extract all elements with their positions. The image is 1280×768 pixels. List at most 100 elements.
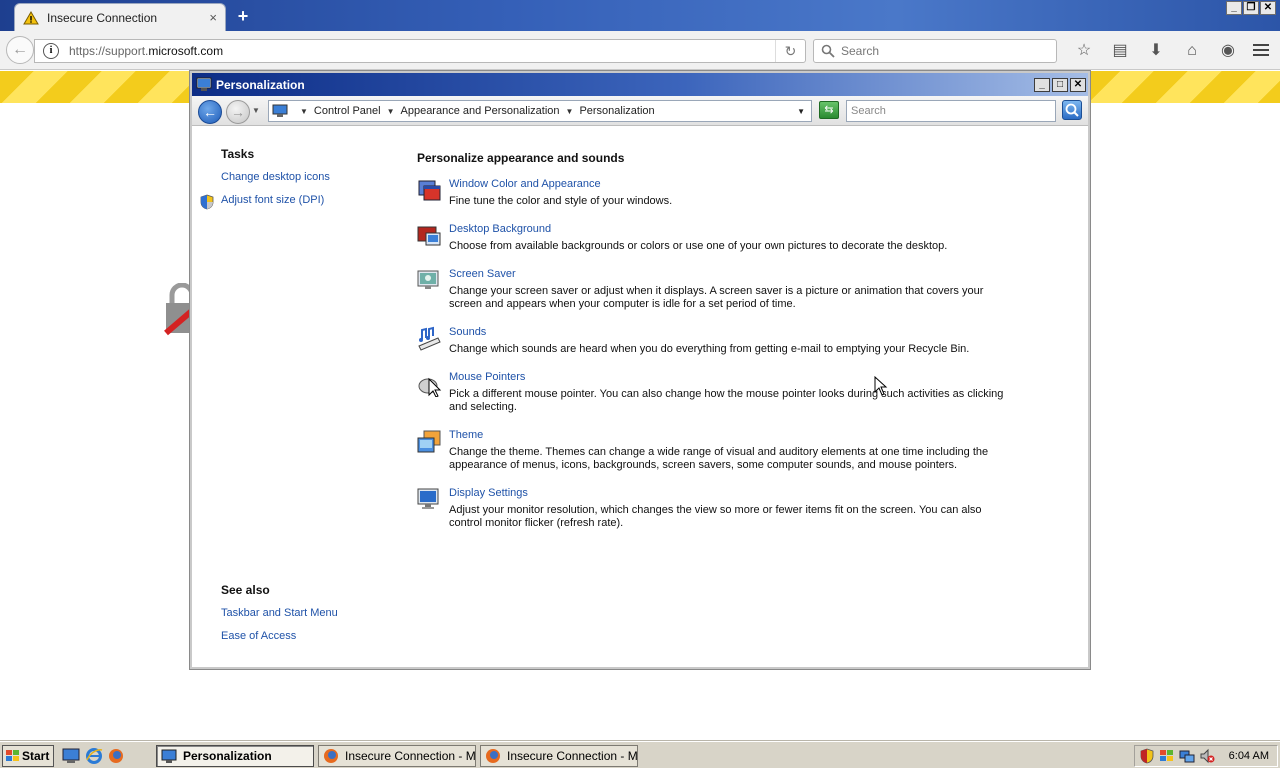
search-icon — [1065, 103, 1079, 117]
breadcrumb-personalization[interactable]: Personalization — [579, 105, 654, 117]
browser-toolbar: ☆ ▤ ⬇ ⌂ ◉ — [1066, 40, 1246, 62]
sounds-link[interactable]: Sounds — [449, 326, 486, 338]
adjust-font-size-link[interactable]: Adjust font size (DPI) — [221, 194, 411, 206]
reload-icon[interactable]: ↻ — [775, 40, 805, 62]
mouse-pointers-icon — [418, 377, 442, 397]
adjust-font-size-row: Adjust font size (DPI) — [200, 194, 411, 210]
desktop-background-link[interactable]: Desktop Background — [449, 223, 551, 235]
show-desktop-icon[interactable] — [62, 747, 80, 764]
control-panel-icon — [272, 104, 288, 117]
url-host: microsoft.com — [148, 44, 224, 58]
url-text[interactable]: https://support.microsoft.com — [69, 44, 775, 58]
windows-flag-tray-icon[interactable] — [1159, 748, 1175, 764]
address-dropdown-icon[interactable]: ▼ — [797, 107, 805, 116]
search-button-icon[interactable] — [1062, 100, 1082, 120]
recent-pages-dropdown-icon[interactable]: ▼ — [252, 106, 260, 115]
search-icon — [821, 44, 835, 58]
breadcrumb[interactable]: ▼ Control Panel ▼ Appearance and Persona… — [268, 100, 812, 122]
monitor-icon — [161, 749, 177, 763]
desktop-background-desc: Choose from available backgrounds or col… — [449, 240, 948, 252]
minimize-button[interactable]: _ — [1226, 1, 1242, 15]
window-color-link[interactable]: Window Color and Appearance — [449, 178, 601, 190]
home-icon[interactable]: ⌂ — [1174, 40, 1210, 62]
breadcrumb-arrow-icon[interactable]: ▼ — [566, 107, 574, 116]
url-prefix: https://support. — [69, 44, 149, 58]
pocket-icon[interactable]: ◉ — [1210, 40, 1246, 62]
security-shield-icon[interactable] — [1139, 748, 1155, 764]
browser-window-controls: _ ❐ ✕ — [1226, 1, 1276, 15]
taskbar: Start Personalization Insecure Connectio… — [0, 741, 1280, 768]
new-tab-button[interactable]: + — [233, 6, 253, 26]
system-tray: 6:04 AM — [1134, 745, 1278, 767]
breadcrumb-appearance[interactable]: Appearance and Personalization — [401, 105, 560, 117]
window-title: Personalization — [216, 77, 305, 92]
browser-tab[interactable]: Insecure Connection × — [14, 3, 226, 31]
theme-desc: Change the theme. Themes can change a wi… — [449, 446, 989, 471]
sounds-icon — [418, 326, 441, 351]
ease-of-access-link[interactable]: Ease of Access — [221, 630, 296, 642]
firefox-icon — [324, 749, 338, 763]
address-bar: ← → ▼ ▼ Control Panel ▼ Appearance and P… — [192, 96, 1088, 126]
hamburger-menu-icon[interactable] — [1252, 41, 1270, 59]
personalization-window: Personalization _ □ ✕ ← → ▼ ▼ Control Pa… — [190, 71, 1090, 669]
taskbar-item-firefox-2[interactable]: Insecure Connection - M... — [480, 745, 638, 767]
url-bar[interactable]: i https://support.microsoft.com ↻ — [34, 39, 806, 63]
screen-saver-link[interactable]: Screen Saver — [449, 268, 516, 280]
breadcrumb-arrow-icon[interactable]: ▼ — [300, 107, 308, 116]
taskbar-item-personalization[interactable]: Personalization — [156, 745, 314, 767]
start-label: Start — [22, 749, 50, 763]
window-close-button[interactable]: ✕ — [1070, 77, 1086, 92]
downloads-icon[interactable]: ⬇ — [1138, 40, 1174, 62]
internet-explorer-icon[interactable] — [85, 747, 103, 764]
reading-list-icon[interactable]: ▤ — [1102, 40, 1138, 62]
window-controls: _ □ ✕ — [1034, 77, 1086, 92]
breadcrumb-arrow-icon[interactable]: ▼ — [387, 107, 395, 116]
theme-icon — [417, 430, 441, 453]
clock: 6:04 AM — [1228, 750, 1269, 762]
window-maximize-button[interactable]: □ — [1052, 77, 1068, 92]
network-icon[interactable] — [1179, 748, 1195, 764]
taskbar-start-menu-link[interactable]: Taskbar and Start Menu — [221, 607, 338, 619]
start-button[interactable]: Start — [2, 745, 54, 767]
back-button[interactable]: ← — [198, 100, 222, 124]
site-info-icon[interactable]: i — [43, 43, 59, 59]
main-heading: Personalize appearance and sounds — [417, 151, 625, 165]
window-search-input[interactable]: Search — [846, 100, 1056, 122]
window-color-desc: Fine tune the color and style of your wi… — [449, 195, 673, 207]
window-content: Tasks Change desktop icons Adjust font s… — [192, 126, 1088, 667]
browser-nav-bar: ← i https://support.microsoft.com ↻ Sear… — [0, 31, 1280, 70]
bookmark-star-icon[interactable]: ☆ — [1066, 40, 1102, 62]
breadcrumb-control-panel[interactable]: Control Panel — [314, 105, 381, 117]
screen-saver-icon — [417, 270, 439, 289]
uac-shield-icon — [200, 194, 214, 210]
mouse-pointers-desc: Pick a different mouse pointer. You can … — [449, 388, 1004, 413]
taskbar-item-label: Insecure Connection - M... — [507, 749, 638, 763]
browser-tab-bar: Insecure Connection × + _ ❐ ✕ — [0, 0, 1280, 31]
restore-button[interactable]: ❐ — [1243, 1, 1259, 15]
display-settings-link[interactable]: Display Settings — [449, 487, 528, 499]
browser-search-input[interactable]: Search — [813, 39, 1057, 63]
close-button[interactable]: ✕ — [1260, 1, 1276, 15]
search-placeholder: Search — [841, 44, 880, 58]
display-settings-icon — [417, 488, 439, 509]
desktop-background-icon — [417, 226, 441, 246]
mouse-pointers-link[interactable]: Mouse Pointers — [449, 371, 525, 383]
refresh-icon[interactable]: ⇆ — [819, 101, 839, 119]
back-arrow-icon[interactable]: ← — [6, 36, 34, 64]
window-color-icon — [418, 180, 441, 201]
windows-logo-icon — [6, 750, 19, 761]
change-desktop-icons-link[interactable]: Change desktop icons — [221, 171, 330, 183]
firefox-icon[interactable] — [107, 747, 125, 764]
monitor-icon — [196, 77, 212, 91]
window-minimize-button[interactable]: _ — [1034, 77, 1050, 92]
tab-title: Insecure Connection — [47, 10, 158, 25]
taskbar-item-firefox-1[interactable]: Insecure Connection - M... — [318, 745, 476, 767]
window-titlebar[interactable]: Personalization _ □ ✕ — [192, 73, 1088, 96]
sounds-desc: Change which sounds are heard when you d… — [449, 343, 970, 355]
see-also-heading: See also — [221, 583, 270, 597]
screen-saver-desc: Change your screen saver or adjust when … — [449, 285, 984, 310]
theme-link[interactable]: Theme — [449, 429, 483, 441]
forward-button[interactable]: → — [226, 100, 250, 124]
volume-muted-icon[interactable] — [1199, 748, 1215, 764]
tab-close-icon[interactable]: × — [209, 10, 217, 25]
